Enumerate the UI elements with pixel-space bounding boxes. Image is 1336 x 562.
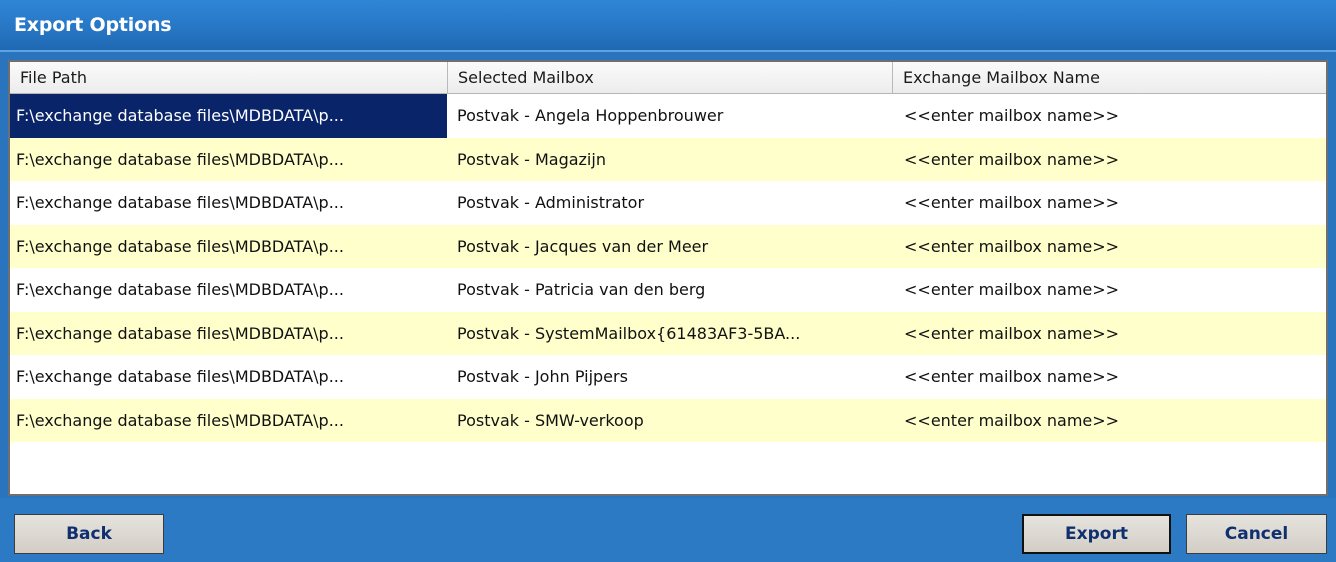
exchange-mailbox-name-cell[interactable]: <<enter mailbox name>> [892,355,1326,399]
file-path-cell[interactable]: F:\exchange database files\MDBDATA\p... [10,399,447,443]
selected-mailbox-cell[interactable]: Postvak - SystemMailbox{61483AF3-5BA... [447,312,892,356]
exchange-mailbox-name-cell[interactable]: <<enter mailbox name>> [892,399,1326,443]
file-path-cell[interactable]: F:\exchange database files\MDBDATA\p... [10,138,447,182]
selected-mailbox-cell[interactable]: Postvak - Angela Hoppenbrouwer [447,94,892,138]
table-body: F:\exchange database files\MDBDATA\p... … [10,94,1326,442]
file-path-cell[interactable]: F:\exchange database files\MDBDATA\p... [10,355,447,399]
file-path-cell[interactable]: F:\exchange database files\MDBDATA\p... [10,312,447,356]
file-path-cell[interactable]: F:\exchange database files\MDBDATA\p... [10,268,447,312]
cancel-button[interactable]: Cancel [1186,514,1327,554]
title-bar: Export Options [0,0,1336,52]
export-button[interactable]: Export [1022,514,1171,554]
table-row[interactable]: F:\exchange database files\MDBDATA\p... … [10,355,1326,399]
exchange-mailbox-name-cell[interactable]: <<enter mailbox name>> [892,138,1326,182]
exchange-mailbox-name-cell[interactable]: <<enter mailbox name>> [892,268,1326,312]
exchange-mailbox-name-cell[interactable]: <<enter mailbox name>> [892,94,1326,138]
column-header-selected-mailbox[interactable]: Selected Mailbox [447,62,892,93]
file-path-cell[interactable]: F:\exchange database files\MDBDATA\p... [10,181,447,225]
button-bar: Back Export Cancel [0,498,1336,562]
selected-mailbox-cell[interactable]: Postvak - Jacques van der Meer [447,225,892,269]
exchange-mailbox-name-cell[interactable]: <<enter mailbox name>> [892,312,1326,356]
selected-mailbox-cell[interactable]: Postvak - SMW-verkoop [447,399,892,443]
exchange-mailbox-name-cell[interactable]: <<enter mailbox name>> [892,225,1326,269]
column-header-exchange-mailbox-name[interactable]: Exchange Mailbox Name [892,62,1326,93]
table-row[interactable]: F:\exchange database files\MDBDATA\p... … [10,137,1326,182]
table-row[interactable]: F:\exchange database files\MDBDATA\p... … [10,398,1326,443]
table-row[interactable]: F:\exchange database files\MDBDATA\p... … [10,181,1326,225]
table-row[interactable]: F:\exchange database files\MDBDATA\p... … [10,268,1326,312]
column-header-file-path[interactable]: File Path [10,62,447,93]
export-table[interactable]: File Path Selected Mailbox Exchange Mail… [8,60,1328,496]
table-row[interactable]: F:\exchange database files\MDBDATA\p... … [10,224,1326,269]
selected-mailbox-cell[interactable]: Postvak - Patricia van den berg [447,268,892,312]
table-row[interactable]: F:\exchange database files\MDBDATA\p... … [10,311,1326,356]
file-path-cell[interactable]: F:\exchange database files\MDBDATA\p... [10,94,447,138]
back-button[interactable]: Back [14,514,164,554]
exchange-mailbox-name-cell[interactable]: <<enter mailbox name>> [892,181,1326,225]
table-header: File Path Selected Mailbox Exchange Mail… [10,62,1326,94]
selected-mailbox-cell[interactable]: Postvak - Administrator [447,181,892,225]
window-title: Export Options [14,14,172,36]
selected-mailbox-cell[interactable]: Postvak - John Pijpers [447,355,892,399]
selected-mailbox-cell[interactable]: Postvak - Magazijn [447,138,892,182]
table-row[interactable]: F:\exchange database files\MDBDATA\p... … [10,94,1326,138]
file-path-cell[interactable]: F:\exchange database files\MDBDATA\p... [10,225,447,269]
